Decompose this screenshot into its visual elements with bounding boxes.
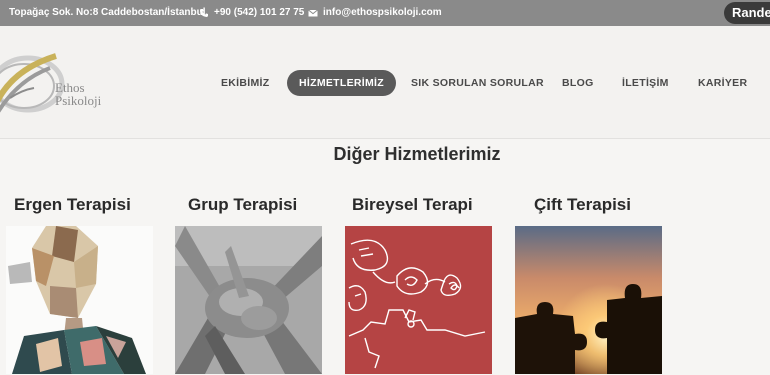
bireysel-thought-drawing xyxy=(345,226,492,374)
nav-item-iletisim[interactable]: İLETİŞİM xyxy=(622,70,669,96)
card-title-grup[interactable]: Grup Terapisi xyxy=(188,195,297,215)
nav-item-blog[interactable]: BLOG xyxy=(562,70,594,96)
card-image-ergen[interactable] xyxy=(6,226,153,374)
card-title-bireysel[interactable]: Bireysel Terapi xyxy=(352,195,473,215)
location-pin-icon xyxy=(0,8,4,18)
appointment-button[interactable]: Randev xyxy=(724,2,770,24)
ergen-illustration xyxy=(6,226,153,374)
services-section: Diğer Hizmetlerimiz Ergen Terapisi Grup … xyxy=(0,139,770,375)
card-image-grup[interactable] xyxy=(175,226,322,374)
email-text[interactable]: info@ethospsikoloji.com xyxy=(323,7,442,18)
address-text: Topağaç Sok. No:8 Caddebostan/İstanbul xyxy=(9,7,206,18)
card-title-cift[interactable]: Çift Terapisi xyxy=(534,195,631,215)
nav-item-ekibimiz[interactable]: EKİBİMİZ xyxy=(221,70,269,96)
card-image-bireysel[interactable] xyxy=(345,226,492,374)
envelope-icon xyxy=(308,9,318,16)
section-title: Diğer Hizmetlerimiz xyxy=(333,144,501,164)
main-nav: EKİBİMİZ HİZMETLERİMİZ SIK SORULAN SORUL… xyxy=(0,70,770,96)
grup-hands-photo xyxy=(175,226,322,374)
address-item: Topağaç Sok. No:8 Caddebostan/İstanbul xyxy=(0,7,206,18)
card-image-cift[interactable] xyxy=(515,226,662,374)
phone-item[interactable]: +90 (542) 101 27 75 xyxy=(199,7,304,18)
card-title-ergen[interactable]: Ergen Terapisi xyxy=(14,195,131,215)
nav-item-hizmetlerimiz[interactable]: HİZMETLERİMİZ xyxy=(287,70,396,96)
email-item[interactable]: info@ethospsikoloji.com xyxy=(308,7,442,18)
top-contact-bar: Topağaç Sok. No:8 Caddebostan/İstanbul +… xyxy=(0,0,770,26)
phone-text[interactable]: +90 (542) 101 27 75 xyxy=(214,7,304,18)
phone-icon xyxy=(200,8,208,17)
nav-item-sss[interactable]: SIK SORULAN SORULAR xyxy=(411,70,544,96)
cift-puzzle-photo xyxy=(515,226,662,374)
nav-item-kariyer[interactable]: KARİYER xyxy=(698,70,747,96)
site-header: Ethos Psikoloji EKİBİMİZ HİZMETLERİMİZ S… xyxy=(0,26,770,139)
